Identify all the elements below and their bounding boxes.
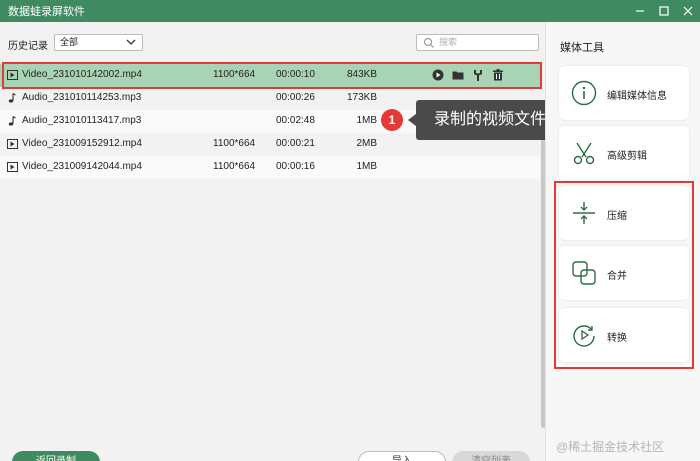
music-note-icon xyxy=(7,93,18,103)
filter-select[interactable]: 全部 xyxy=(54,34,143,51)
annotation-badge: 1 xyxy=(381,109,403,131)
music-note-icon xyxy=(7,116,18,126)
minimize-icon[interactable] xyxy=(628,0,652,22)
search-icon xyxy=(423,37,435,49)
file-duration: 00:00:16 xyxy=(276,161,315,172)
annotation-text: 录制的视频文件 xyxy=(416,100,564,140)
chevron-down-icon xyxy=(126,37,136,52)
callout-arrow xyxy=(408,114,416,126)
scissors-icon xyxy=(571,140,597,166)
file-size: 2MB xyxy=(356,138,377,149)
file-row[interactable]: Video_231009142044.mp4 1100*664 00:00:16… xyxy=(0,156,540,179)
history-label: 历史记录 xyxy=(8,41,48,52)
watermark: @稀土掘金技术社区 xyxy=(556,440,665,454)
file-size: 1MB xyxy=(356,161,377,172)
import-button[interactable]: 导入 xyxy=(358,451,446,461)
back-to-record-button[interactable]: 返回录制 xyxy=(12,451,100,461)
info-icon xyxy=(571,80,597,106)
file-duration: 00:00:26 xyxy=(276,92,315,103)
filter-select-value: 全部 xyxy=(60,37,79,47)
tool-label: 编辑媒体信息 xyxy=(607,91,667,102)
tool-label: 高级剪辑 xyxy=(607,151,647,162)
file-size: 1MB xyxy=(356,115,377,126)
video-file-icon xyxy=(7,139,18,149)
tools-highlight xyxy=(554,181,694,369)
media-tools-title: 媒体工具 xyxy=(560,42,604,54)
video-file-icon xyxy=(7,162,18,172)
advanced-edit-button[interactable]: 高级剪辑 xyxy=(559,126,689,180)
selected-row-highlight xyxy=(2,62,542,89)
file-name: Audio_231010113417.mp3 xyxy=(22,115,142,126)
file-duration: 00:02:48 xyxy=(276,115,315,126)
close-icon[interactable] xyxy=(676,0,700,22)
title-bar: 数据蛙录屏软件 xyxy=(0,0,700,22)
maximize-icon[interactable] xyxy=(652,0,676,22)
footer-bar: 返回录制 导入 清空列表 xyxy=(0,440,545,461)
window-title: 数据蛙录屏软件 xyxy=(8,6,85,18)
file-name: Audio_231010114253.mp3 xyxy=(22,92,142,103)
file-resolution: 1100*664 xyxy=(213,138,256,149)
annotation-callout: 1 录制的视频文件 xyxy=(376,100,564,140)
search-input[interactable]: 搜索 xyxy=(416,34,539,51)
clear-list-button[interactable]: 清空列表 xyxy=(452,451,530,461)
file-name: Video_231009152912.mp4 xyxy=(22,138,142,149)
search-placeholder: 搜索 xyxy=(439,37,458,47)
edit-media-info-button[interactable]: 编辑媒体信息 xyxy=(559,66,689,120)
file-name: Video_231009142044.mp4 xyxy=(22,161,142,172)
file-size: 173KB xyxy=(346,92,377,103)
file-resolution: 1100*664 xyxy=(213,161,256,172)
file-duration: 00:00:21 xyxy=(276,138,315,149)
history-toolbar: 历史记录 全部 搜索 xyxy=(0,22,545,62)
